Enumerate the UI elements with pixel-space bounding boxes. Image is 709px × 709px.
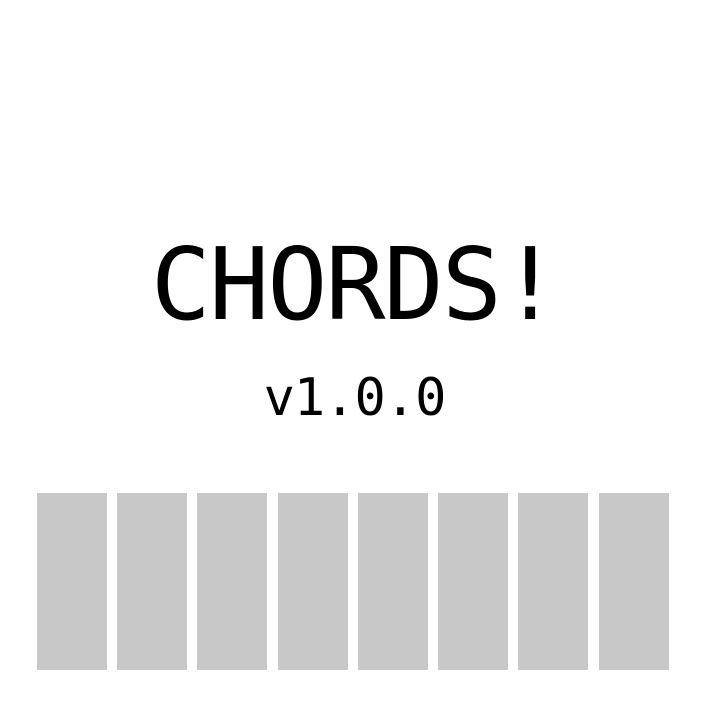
chord-pad-1[interactable] [37,493,107,670]
app-title: CHORDS! [150,226,560,343]
chord-pad-6[interactable] [438,493,508,670]
app-screen: CHORDS! v1.0.0 [0,0,709,709]
chord-pad-2[interactable] [117,493,187,670]
chord-pad-8[interactable] [599,493,669,670]
chord-pad-7[interactable] [518,493,588,670]
chord-pad-5[interactable] [358,493,428,670]
version-label: v1.0.0 [263,368,447,428]
chord-pad-4[interactable] [278,493,348,670]
chord-pad-3[interactable] [197,493,267,670]
chord-pad-row [37,493,669,670]
